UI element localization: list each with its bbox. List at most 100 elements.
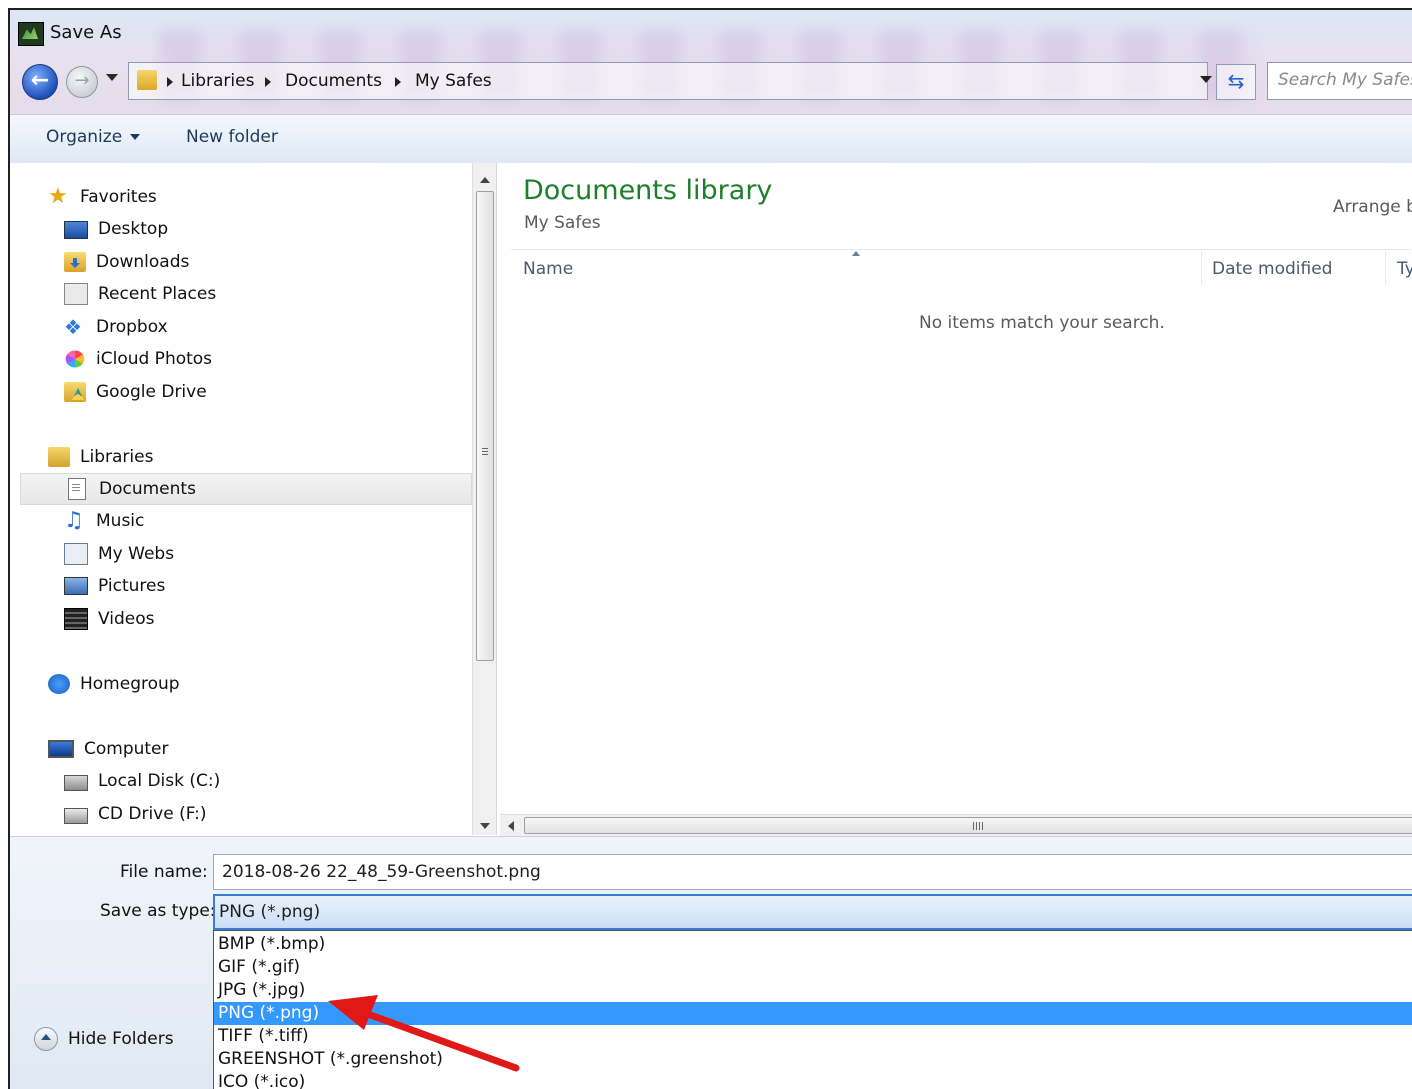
chevron-right-icon[interactable]	[265, 77, 271, 87]
file-list-pane: Documents library My Safes Arrange b Nam…	[497, 163, 1412, 835]
nav-videos[interactable]: Videos	[64, 603, 155, 635]
content-horizontal-scrollbar[interactable]	[500, 814, 1412, 837]
sort-ascending-icon	[852, 251, 860, 256]
forward-button[interactable]: →	[66, 66, 98, 98]
column-header-type[interactable]: Ty	[1397, 259, 1412, 279]
column-divider	[511, 249, 1411, 250]
nav-computer[interactable]: Computer	[48, 733, 169, 765]
nav-documents[interactable]: Documents	[20, 473, 472, 505]
scroll-up-icon[interactable]	[480, 177, 490, 183]
pictures-icon	[64, 577, 88, 595]
type-option-ico[interactable]: ICO (*.ico)	[214, 1071, 1412, 1089]
nav-label: Desktop	[98, 219, 169, 239]
save-as-dialog: Save As ← → Libraries Documents My Safes…	[8, 8, 1412, 1089]
nav-label: Music	[96, 511, 145, 531]
music-icon: ♫	[64, 508, 84, 533]
icloud-photos-icon	[65, 350, 85, 368]
greenshot-app-icon	[18, 22, 44, 46]
nav-my-webs[interactable]: My Webs	[64, 538, 174, 570]
empty-state-message: No items match your search.	[919, 313, 1165, 333]
folder-icon	[137, 70, 157, 90]
cd-drive-icon	[64, 808, 88, 824]
navigation-pane: ★ Favorites Desktop Downloads Recent Plac…	[10, 163, 472, 831]
file-type-dropdown-list: BMP (*.bmp) GIF (*.gif) JPG (*.jpg) PNG …	[213, 930, 1412, 1089]
chevron-right-icon[interactable]	[395, 77, 401, 87]
star-icon: ★	[48, 184, 68, 209]
nav-dropbox[interactable]: ❖ Dropbox	[64, 311, 168, 343]
search-input[interactable]: Search My Safes	[1267, 62, 1412, 100]
breadcrumb-documents[interactable]: Documents	[285, 71, 382, 91]
title-bar: Save As ← → Libraries Documents My Safes…	[10, 10, 1412, 114]
nav-recent-places[interactable]: Recent Places	[64, 278, 216, 310]
dropbox-icon: ❖	[64, 315, 82, 339]
scrollbar-thumb[interactable]	[524, 817, 1412, 834]
arrange-by-button[interactable]: Arrange b	[1333, 197, 1412, 217]
command-bar: Organize New folder	[10, 114, 1412, 164]
nav-label: Libraries	[80, 447, 154, 467]
type-option-png[interactable]: PNG (*.png)	[214, 1002, 1412, 1025]
column-header-date-modified[interactable]: Date modified	[1212, 259, 1332, 279]
organize-button[interactable]: Organize	[46, 127, 141, 147]
grip-icon	[973, 822, 983, 830]
column-separator[interactable]	[1201, 251, 1202, 285]
nav-cd-drive[interactable]: CD Drive (F:)	[64, 798, 207, 830]
nav-label: iCloud Photos	[96, 349, 213, 369]
scrollbar-thumb[interactable]	[476, 191, 494, 661]
nav-libraries[interactable]: Libraries	[48, 441, 153, 473]
nav-label: Dropbox	[96, 317, 168, 337]
nav-downloads[interactable]: Downloads	[64, 246, 189, 278]
google-drive-icon	[64, 382, 86, 402]
hide-folders-button[interactable]: Hide Folders	[34, 1027, 174, 1051]
nav-label: Google Drive	[96, 382, 207, 402]
nav-music[interactable]: ♫ Music	[64, 505, 144, 537]
document-icon	[68, 478, 86, 500]
nav-vertical-scrollbar[interactable]	[472, 163, 497, 835]
chevron-up-icon	[34, 1027, 58, 1051]
nav-label: Videos	[98, 609, 155, 629]
computer-icon	[48, 740, 74, 758]
type-option-jpg[interactable]: JPG (*.jpg)	[214, 979, 1412, 1002]
type-option-bmp[interactable]: BMP (*.bmp)	[214, 933, 1412, 956]
breadcrumb-libraries[interactable]: Libraries	[181, 71, 254, 91]
library-subtitle: My Safes	[524, 213, 601, 233]
nav-icloud-photos[interactable]: iCloud Photos	[64, 343, 212, 375]
chevron-right-icon[interactable]	[167, 77, 173, 87]
library-title: Documents library	[523, 175, 773, 206]
back-button[interactable]: ←	[22, 64, 58, 100]
save-as-type-label: Save as type:	[100, 901, 216, 921]
file-name-input[interactable]: 2018-08-26 22_48_59-Greenshot.png	[213, 854, 1412, 890]
recent-places-icon	[64, 283, 88, 305]
nav-desktop[interactable]: Desktop	[64, 213, 168, 245]
window-title: Save As	[50, 22, 122, 43]
nav-homegroup[interactable]: Homegroup	[48, 668, 180, 700]
save-as-type-select[interactable]: PNG (*.png)	[213, 894, 1412, 930]
hide-folders-label: Hide Folders	[68, 1029, 174, 1049]
nav-google-drive[interactable]: Google Drive	[64, 376, 207, 408]
column-separator[interactable]	[1385, 251, 1386, 285]
address-dropdown-icon[interactable]	[1200, 76, 1212, 83]
nav-local-disk[interactable]: Local Disk (C:)	[64, 765, 220, 797]
type-option-greenshot[interactable]: GREENSHOT (*.greenshot)	[214, 1048, 1412, 1071]
chevron-down-icon	[130, 134, 141, 140]
nav-label: Pictures	[98, 576, 166, 596]
scroll-left-icon[interactable]	[508, 821, 514, 831]
type-option-gif[interactable]: GIF (*.gif)	[214, 956, 1412, 979]
grip-icon	[482, 448, 488, 456]
new-folder-button[interactable]: New folder	[186, 127, 278, 147]
type-option-tiff[interactable]: TIFF (*.tiff)	[214, 1025, 1412, 1048]
libraries-icon	[48, 447, 70, 467]
nav-label: CD Drive (F:)	[98, 804, 207, 824]
breadcrumb-my-safes[interactable]: My Safes	[415, 71, 492, 91]
nav-favorites[interactable]: ★ Favorites	[48, 181, 157, 213]
nav-label: Computer	[84, 739, 169, 759]
scroll-down-icon[interactable]	[480, 823, 490, 829]
refresh-icon[interactable]: ⇆	[1216, 64, 1256, 100]
nav-pictures[interactable]: Pictures	[64, 570, 165, 602]
nav-label: Documents	[99, 479, 196, 499]
column-header-name[interactable]: Name	[523, 259, 573, 279]
recent-pages-dropdown-icon[interactable]	[106, 74, 118, 81]
nav-label: Recent Places	[98, 284, 217, 304]
film-strip-icon	[64, 608, 88, 630]
nav-label: Downloads	[96, 252, 190, 272]
address-bar[interactable]: Libraries Documents My Safes	[128, 62, 1208, 100]
